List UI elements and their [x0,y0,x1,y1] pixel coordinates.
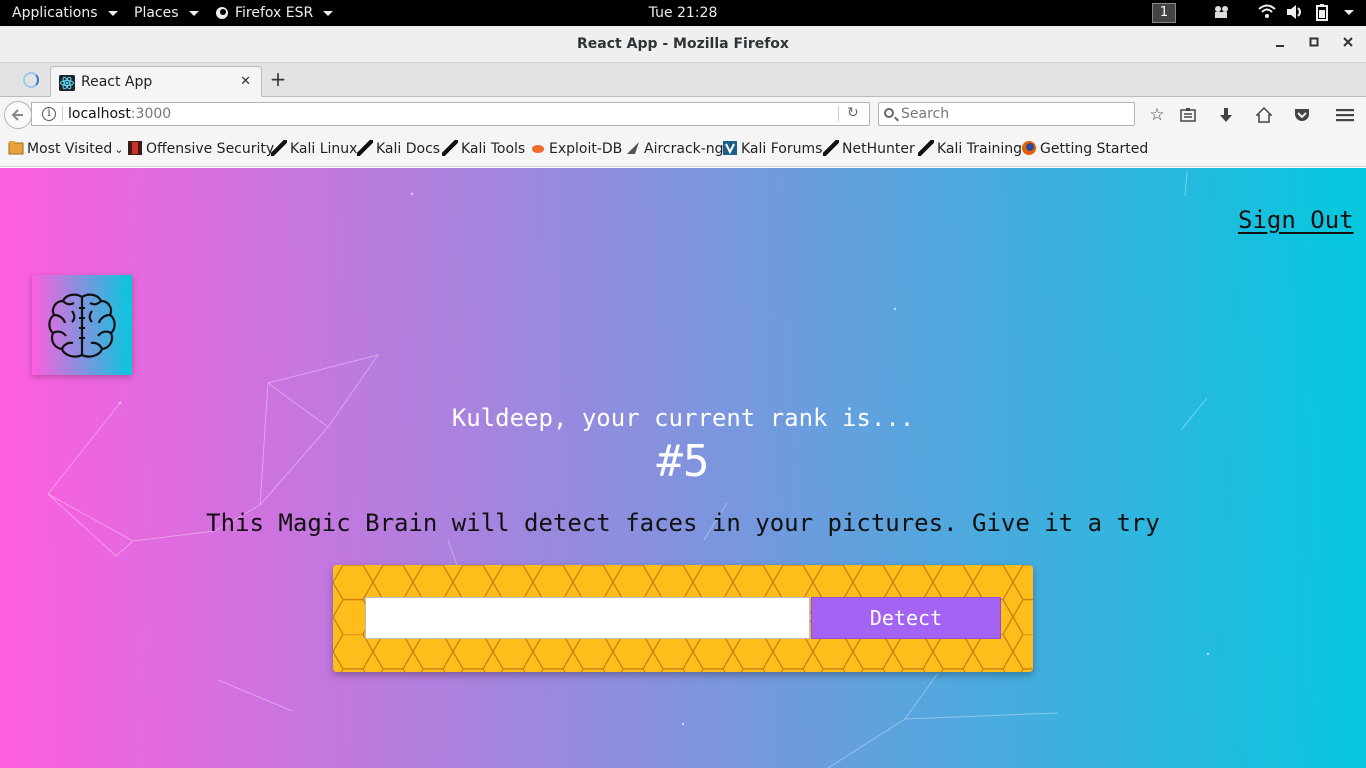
bookmark-label: Getting Started [1040,141,1149,157]
bookmark-label: Kali Forums [741,141,823,157]
bookmark-label: Kali Linux [290,141,358,157]
detect-button[interactable]: Detect [811,597,1001,639]
url-bar[interactable]: i localhost:3000 ↻ [31,102,870,126]
maximize-icon [1309,37,1319,47]
bookmark-label: Kali Training [937,141,1022,157]
divider [62,106,63,122]
chevron-down-icon: ⌄ [114,143,124,156]
kali-forums-icon [723,141,737,155]
bookmark-label: Exploit-DB [549,141,623,157]
bookmark-nethunter[interactable]: NetHunter [823,132,915,167]
url-text[interactable]: localhost:3000 [68,103,171,125]
bookmark-kali-tools[interactable]: Kali Tools [442,132,525,167]
exploit-db-icon [532,145,544,153]
bookmark-offensive-security[interactable]: Offensive Security [127,132,274,167]
maximize-button[interactable] [1304,34,1324,54]
navigation-bar: i localhost:3000 ↻ ☆ [0,97,1366,132]
loading-spinner-icon [23,72,39,88]
tab-label: React App [81,74,153,90]
web-page: Sign Out Kuldeep, your current rank is..… [0,168,1366,768]
tagline: This Magic Brain will detect faces in yo… [206,509,1160,537]
window-title: React App - Mozilla Firefox [577,36,789,52]
window-titlebar: React App - Mozilla Firefox [0,26,1366,63]
bookmark-label: Aircrack-ng [644,141,724,157]
close-icon [1343,37,1353,47]
tab-react-app[interactable]: React App ✕ [50,66,262,98]
sign-out-link[interactable]: Sign Out [1238,206,1354,234]
tab-close-icon[interactable]: ✕ [240,74,251,89]
bookmark-label: Kali Tools [461,141,526,157]
bookmark-exploit-db[interactable]: Exploit-DB [530,132,622,167]
minimize-icon [1276,45,1284,47]
kali-dragon-icon [918,140,934,156]
workspace-indicator[interactable]: 1 [1152,3,1176,23]
video-icon[interactable] [1213,4,1231,20]
image-url-input[interactable] [365,597,810,639]
bookmark-star-icon[interactable]: ☆ [1146,104,1168,126]
bookmarks-toolbar: Most Visited ⌄ Offensive Security Kali Li… [0,132,1366,167]
bookmark-kali-docs[interactable]: Kali Docs [357,132,440,167]
rank-value: #5 [656,436,710,487]
search-input[interactable] [901,103,1131,125]
tab-strip: React App ✕ + [0,63,1366,98]
close-window-button[interactable] [1338,34,1358,54]
bookmark-kali-training[interactable]: Kali Training [918,132,1022,167]
battery-icon[interactable] [1315,4,1329,21]
wifi-icon[interactable] [1258,4,1276,20]
offensive-security-icon [128,141,142,155]
bookmark-label: Kali Docs [376,141,441,157]
bookmark-most-visited[interactable]: Most Visited ⌄ [8,132,123,167]
pocket-icon[interactable] [1291,104,1313,126]
logo-card[interactable] [32,275,132,375]
volume-icon[interactable] [1286,4,1304,20]
kali-dragon-icon [271,140,287,156]
rank-message: Kuldeep, your current rank is... [451,404,915,432]
url-host: localhost [68,106,131,122]
search-bar[interactable] [878,102,1135,126]
home-icon[interactable] [1253,104,1275,126]
system-top-bar: Applications Places Firefox ESR Tue 21:2… [0,0,1366,26]
image-url-form: Detect [333,565,1033,672]
minimize-button[interactable] [1270,34,1290,54]
divider [838,106,839,122]
url-port: :3000 [130,106,172,122]
bookmark-label: Most Visited [27,141,113,157]
bookmark-kali-linux[interactable]: Kali Linux [271,132,357,167]
bookmark-label: Offensive Security [146,141,275,157]
chevron-down-icon [1344,10,1354,15]
brain-icon [48,293,116,358]
new-tab-button[interactable]: + [268,69,288,89]
folder-icon [8,141,24,155]
kali-dragon-icon [357,140,373,156]
kali-dragon-icon [442,140,458,156]
bookmark-label: NetHunter [842,141,915,157]
reading-list-icon[interactable] [1177,104,1199,126]
react-favicon [59,75,75,91]
site-info-icon[interactable]: i [42,107,56,121]
menu-icon[interactable] [1334,104,1356,126]
bookmark-getting-started[interactable]: Getting Started [1021,132,1148,167]
back-button[interactable] [4,101,32,129]
download-icon[interactable] [1215,104,1237,126]
reload-icon[interactable]: ↻ [847,105,859,121]
search-icon [884,108,894,118]
system-menu-caret[interactable] [1340,10,1354,15]
back-arrow-icon [11,109,23,121]
kali-dragon-icon [823,140,839,156]
firefox-icon [1022,141,1036,155]
bookmark-kali-forums[interactable]: Kali Forums [722,132,822,167]
bookmark-aircrack-ng[interactable]: Aircrack-ng [625,132,724,167]
aircrack-icon [627,142,639,154]
